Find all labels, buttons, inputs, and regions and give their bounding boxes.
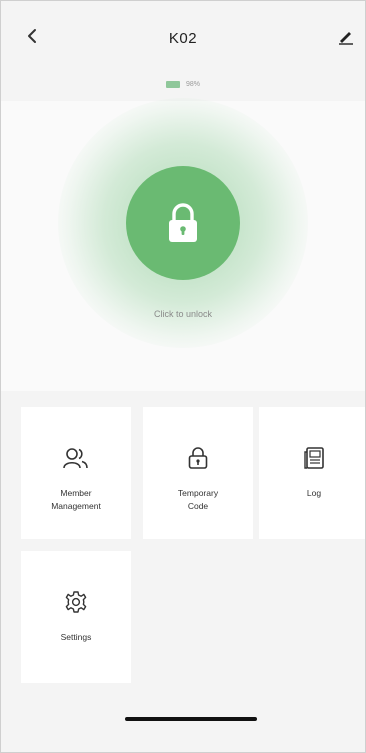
header: K02	[1, 1, 365, 71]
battery-icon	[165, 81, 180, 88]
unlock-area: Click to unlock	[1, 98, 365, 391]
app-screen: K02 98% Click to unlock Member Managemen…	[0, 0, 366, 753]
member-management-label: Member Management	[51, 488, 101, 511]
battery-status: 98%	[1, 81, 365, 88]
log-label: Log	[306, 488, 322, 498]
home-indicator[interactable]	[125, 717, 257, 721]
gear-icon	[65, 591, 87, 613]
padlock-icon	[169, 203, 197, 242]
unlock-button[interactable]	[126, 166, 240, 280]
temporary-code-label: Temporary Code	[177, 488, 219, 511]
temporary-code-tile[interactable]: Temporary Code	[143, 407, 253, 539]
settings-label: Settings	[60, 632, 92, 642]
log-tile[interactable]: Log	[259, 407, 365, 539]
member-management-tile[interactable]: Member Management	[21, 407, 131, 539]
lock-code-icon	[188, 447, 208, 469]
unlock-label: Click to unlock	[153, 309, 213, 319]
settings-tile[interactable]: Settings	[21, 551, 131, 683]
edit-button[interactable]	[333, 23, 359, 49]
members-icon	[63, 448, 88, 469]
pencil-icon	[339, 32, 353, 45]
battery-text: 98%	[185, 81, 200, 88]
log-icon	[304, 447, 324, 469]
page-title: K02	[168, 30, 198, 47]
